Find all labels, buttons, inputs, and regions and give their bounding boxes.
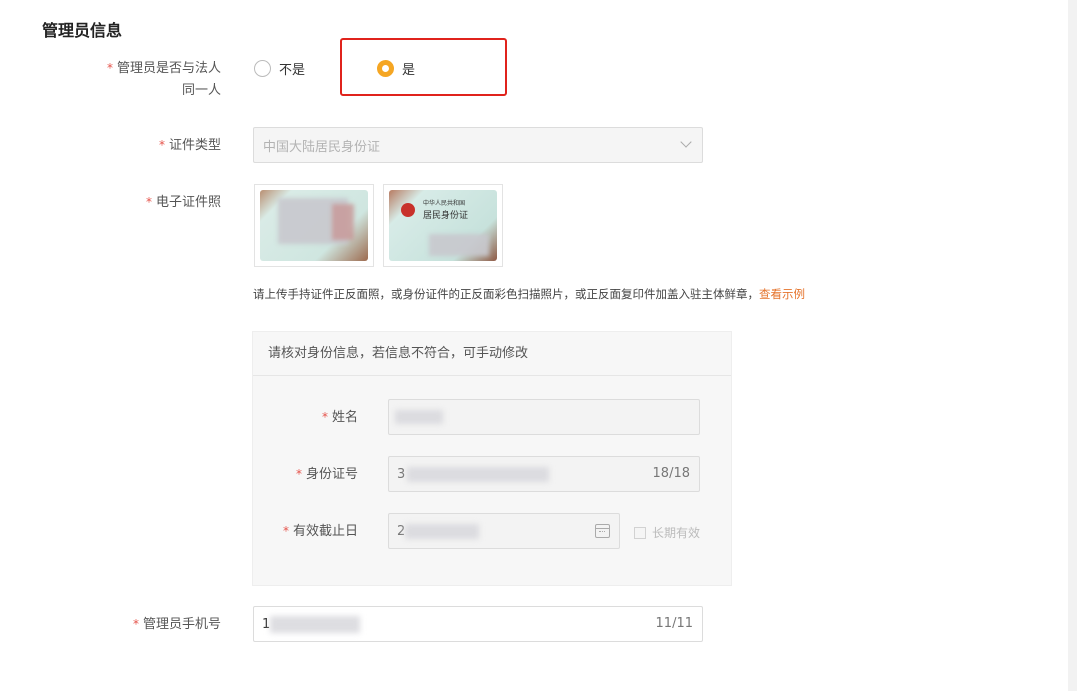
- name-input[interactable]: [388, 399, 700, 435]
- highlight-annotation-box: [340, 38, 507, 96]
- section-title: 管理员信息: [42, 21, 123, 40]
- long-term-checkbox-label: 长期有效: [652, 526, 701, 540]
- id-type-select[interactable]: 中国大陆居民身份证: [253, 127, 703, 163]
- radio-option-no-label: 不是: [279, 63, 306, 78]
- required-mark: *: [295, 467, 302, 481]
- required-mark: *: [132, 617, 139, 631]
- id-photo-label: * 电子证件照: [121, 191, 221, 214]
- phone-label: * 管理员手机号: [111, 613, 221, 636]
- radio-option-yes[interactable]: 是: [377, 59, 415, 78]
- redaction-blur: [332, 204, 354, 240]
- id-type-label-text: 证件类型: [168, 138, 221, 153]
- radio-option-no[interactable]: 不是: [254, 59, 305, 78]
- id-number-input[interactable]: 3 18/18: [388, 456, 700, 492]
- chevron-down-icon: [680, 136, 692, 148]
- phone-label-text: 管理员手机号: [142, 617, 221, 632]
- same-person-label: * 管理员是否与法人 同一人: [96, 57, 221, 102]
- id-photo-hint-text: 请上传手持证件正反面照，或身份证件的正反面彩色扫描照片，或正反面复印件加盖入驻主…: [253, 287, 759, 301]
- id-type-select-value: 中国大陆居民身份证: [263, 139, 381, 155]
- id-photo-hint: 请上传手持证件正反面照，或身份证件的正反面彩色扫描照片，或正反面复印件加盖入驻主…: [253, 286, 805, 302]
- radio-option-yes-label: 是: [402, 63, 416, 78]
- id-card-front-image: [260, 190, 368, 261]
- name-label: * 姓名: [258, 406, 358, 429]
- view-example-link[interactable]: 查看示例: [759, 287, 805, 301]
- expiry-date-input[interactable]: 2: [388, 513, 620, 549]
- expiry-label-text: 有效截止日: [292, 524, 358, 539]
- redaction-blur: [405, 524, 479, 539]
- same-person-label-line1: 管理员是否与法人: [116, 61, 221, 76]
- required-mark: *: [321, 410, 328, 424]
- same-person-label-line2: 同一人: [181, 83, 221, 98]
- redaction-blur: [395, 410, 443, 424]
- id-photo-back-thumbnail[interactable]: 中华人民共和国 居民身份证: [383, 184, 503, 267]
- id-type-label: * 证件类型: [121, 134, 221, 157]
- required-mark: *: [106, 61, 113, 75]
- phone-input[interactable]: 1 11/11: [253, 606, 703, 642]
- redaction-blur: [270, 616, 360, 633]
- national-emblem-icon: [401, 203, 415, 217]
- id-photo-front-thumbnail[interactable]: [254, 184, 374, 267]
- checkbox-unchecked-icon: [634, 526, 646, 539]
- expiry-label: * 有效截止日: [258, 520, 358, 543]
- required-mark: *: [158, 138, 165, 152]
- id-photo-label-text: 电子证件照: [155, 195, 221, 210]
- redaction-blur: [429, 234, 489, 256]
- page-scroll-gutter: [1068, 0, 1077, 691]
- name-label-text: 姓名: [331, 410, 358, 425]
- required-mark: *: [145, 195, 152, 209]
- calendar-icon[interactable]: [595, 524, 610, 538]
- radio-unchecked-icon: [254, 60, 271, 77]
- long-term-checkbox[interactable]: 长期有效: [634, 524, 700, 541]
- verify-panel-heading: 请核对身份信息，若信息不符合，可手动修改: [253, 332, 731, 376]
- id-card-back-line1: 中华人民共和国: [423, 200, 466, 207]
- id-number-value: 3: [397, 466, 406, 482]
- phone-char-count: 11/11: [655, 616, 693, 631]
- required-mark: *: [282, 524, 289, 538]
- id-number-label-text: 身份证号: [305, 467, 358, 482]
- id-number-char-count: 18/18: [652, 466, 690, 481]
- id-number-label: * 身份证号: [258, 463, 358, 486]
- id-card-back-line2: 居民身份证: [423, 211, 469, 221]
- radio-checked-icon: [377, 60, 394, 77]
- redaction-blur: [407, 467, 549, 482]
- id-card-back-image: 中华人民共和国 居民身份证: [389, 190, 497, 261]
